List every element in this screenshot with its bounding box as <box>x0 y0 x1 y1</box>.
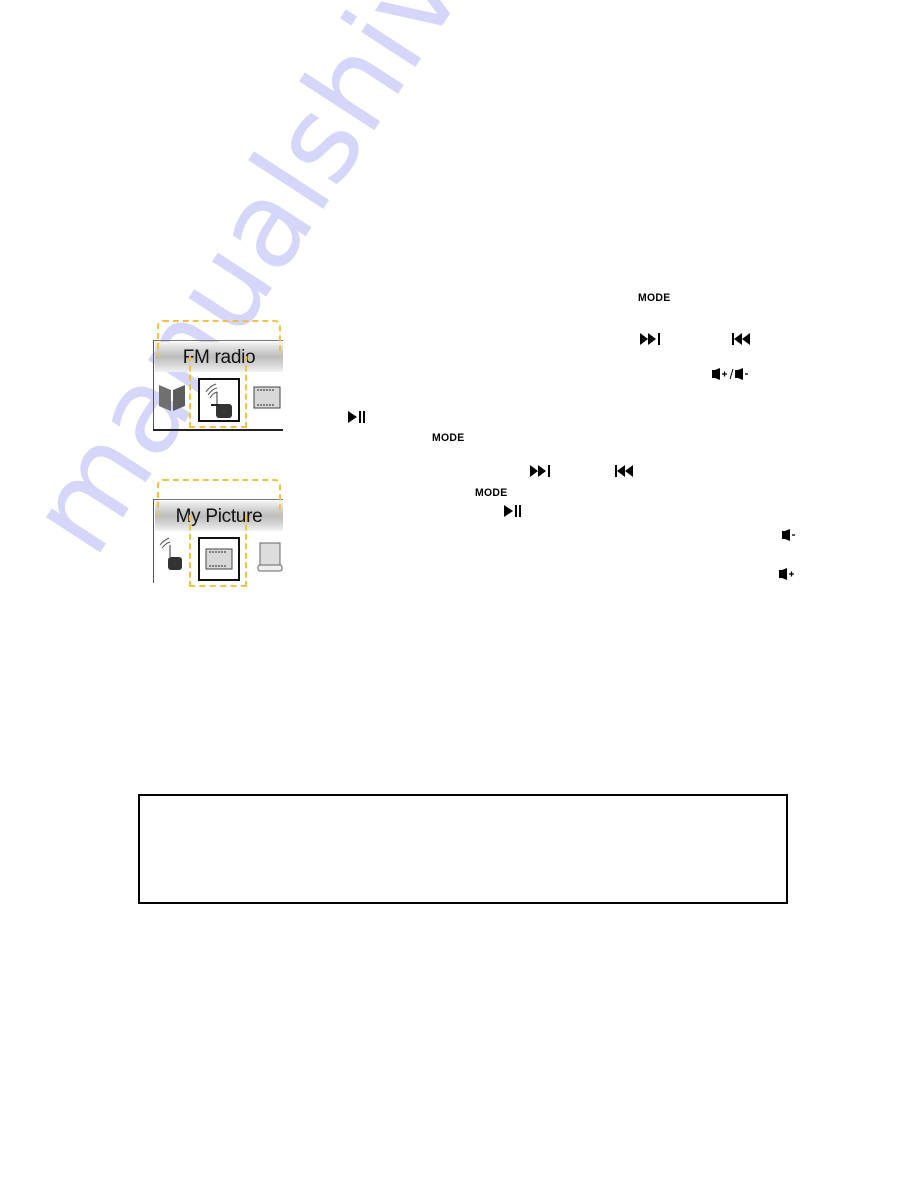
mode-button-label: MODE <box>432 432 465 444</box>
volume-up-icon <box>779 568 794 580</box>
picture-icon <box>253 386 281 409</box>
volume-down-icon <box>782 529 795 541</box>
next-icon <box>640 333 660 345</box>
radio-icon <box>205 383 232 418</box>
highlight-title-dash <box>157 320 281 358</box>
volume-up-down-icon <box>712 368 748 380</box>
cylinder-icon <box>257 542 283 572</box>
highlight-title-dash <box>157 479 281 517</box>
book-icon <box>159 385 185 411</box>
watermark: manualshive.com <box>2 0 686 577</box>
screen-fm-radio: FM radio <box>153 320 283 436</box>
mode-button-label: MODE <box>475 487 508 499</box>
picture-icon <box>205 548 233 570</box>
screen-my-picture: My Picture <box>153 479 283 595</box>
mode-button-label: MODE <box>638 292 671 304</box>
selected-icon-frame <box>198 378 240 422</box>
play-pause-icon <box>504 505 521 517</box>
prev-icon <box>732 333 750 345</box>
notice-box <box>138 794 788 904</box>
selected-icon-frame <box>198 537 240 581</box>
next-icon <box>530 465 550 477</box>
radio-icon <box>159 537 182 570</box>
play-pause-icon <box>348 411 365 423</box>
screen-frame-bottom <box>153 429 283 431</box>
prev-icon <box>615 465 633 477</box>
